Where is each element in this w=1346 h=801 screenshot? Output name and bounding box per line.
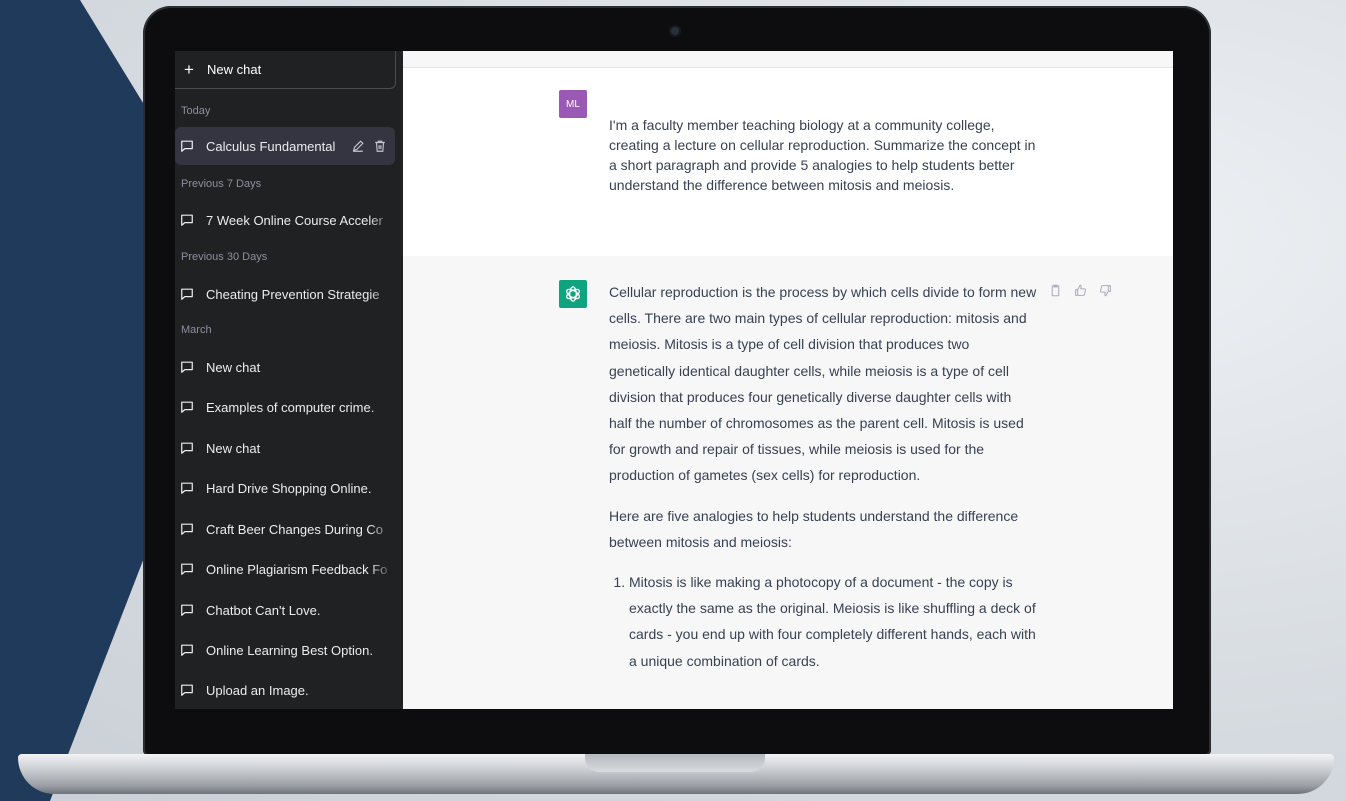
chat-bubble-icon [181, 288, 193, 300]
user-message-row: ML I'm a faculty member teaching biology… [403, 67, 1173, 257]
thumbs-down-icon[interactable] [1099, 284, 1112, 297]
sidebar-item-plagiarism[interactable]: Online Plagiarism Feedback Fo [175, 550, 395, 588]
chat-bubble-icon [181, 684, 193, 696]
sidebar-item-computer-crime[interactable]: Examples of computer crime. [175, 388, 395, 426]
sidebar-item-craft-beer[interactable]: Craft Beer Changes During Co [175, 510, 395, 548]
sidebar-item-label: Examples of computer crime. [206, 399, 375, 415]
message-actions [1049, 284, 1112, 297]
sidebar-item-label: Chatbot Can't Love. [206, 602, 321, 618]
user-message: I'm a faculty member teaching biology at… [609, 117, 1036, 193]
user-avatar: ML [559, 90, 587, 118]
plus-icon: + [184, 59, 194, 79]
thumbs-up-icon[interactable] [1074, 284, 1087, 297]
sidebar-item-label: Online Plagiarism Feedback Fo [206, 561, 388, 577]
section-label-today: Today [181, 105, 211, 117]
sidebar-item-new-chat-1[interactable]: New chat [175, 348, 395, 386]
section-label-march: March [181, 324, 212, 336]
chat-bubble-icon [181, 644, 193, 656]
section-label-previous-30-days: Previous 30 Days [181, 251, 268, 263]
assistant-message-row: Cellular reproduction is the process by … [403, 256, 1173, 709]
sidebar-item-online-learning[interactable]: Online Learning Best Option. [175, 631, 395, 669]
chat-bubble-icon [181, 523, 193, 535]
openai-logo-icon [559, 280, 587, 308]
sidebar-item-calculus[interactable]: Calculus Fundamental [175, 127, 395, 165]
sidebar-item-label: Upload an Image. [206, 682, 309, 698]
assistant-paragraph: Here are five analogies to help students… [609, 507, 1019, 550]
new-chat-button[interactable]: + New chat [175, 51, 396, 89]
sidebar-item-label: 7 Week Online Course Acceler [206, 212, 383, 228]
clipboard-icon[interactable] [1049, 284, 1062, 297]
webcam [671, 27, 679, 35]
assistant-message: Cellular reproduction is the process by … [609, 279, 1037, 674]
laptop-hinge-notch [585, 754, 765, 772]
sidebar-item-label: New chat [206, 359, 261, 375]
chat-bubble-icon [181, 563, 193, 575]
chat-bubble-icon [181, 140, 193, 152]
sidebar-item-new-chat-2[interactable]: New chat [175, 429, 395, 467]
conversation-panel: ML I'm a faculty member teaching biology… [403, 51, 1173, 709]
chat-bubble-icon [181, 604, 193, 616]
chatgpt-screen: + New chat Today Calculus Fundamental Pr… [175, 51, 1173, 709]
chat-bubble-icon [181, 361, 193, 373]
sidebar-item-chatbot[interactable]: Chatbot Can't Love. [175, 591, 395, 629]
chat-bubble-icon [181, 482, 193, 494]
analogy-list: Mitosis is like making a photocopy of a … [609, 569, 1037, 674]
sidebar-item-label: Hard Drive Shopping Online. [206, 480, 372, 496]
list-item: Mitosis is like making a photocopy of a … [629, 569, 1037, 674]
sidebar-item-label: Craft Beer Changes During Co [206, 521, 384, 537]
sidebar-item-course[interactable]: 7 Week Online Course Acceler [175, 201, 395, 239]
sidebar-item-label: Cheating Prevention Strategie [206, 286, 380, 302]
new-chat-label: New chat [207, 62, 262, 77]
sidebar-item-label: Calculus Fundamental [206, 138, 336, 154]
section-label-previous-7-days: Previous 7 Days [181, 178, 262, 190]
trash-icon[interactable] [373, 139, 387, 153]
chat-bubble-icon [181, 442, 193, 454]
sidebar-item-cheating[interactable]: Cheating Prevention Strategie [175, 275, 395, 313]
pencil-icon[interactable] [351, 139, 365, 153]
sidebar: + New chat Today Calculus Fundamental Pr… [175, 51, 403, 709]
chat-bubble-icon [181, 401, 193, 413]
sidebar-item-label: Online Learning Best Option. [206, 642, 373, 658]
sidebar-item-hard-drive[interactable]: Hard Drive Shopping Online. [175, 469, 395, 507]
sidebar-item-upload-image[interactable]: Upload an Image. [175, 671, 395, 709]
sidebar-item-label: New chat [206, 440, 261, 456]
chat-bubble-icon [181, 214, 193, 226]
assistant-paragraph: Cellular reproduction is the process by … [609, 284, 1037, 484]
